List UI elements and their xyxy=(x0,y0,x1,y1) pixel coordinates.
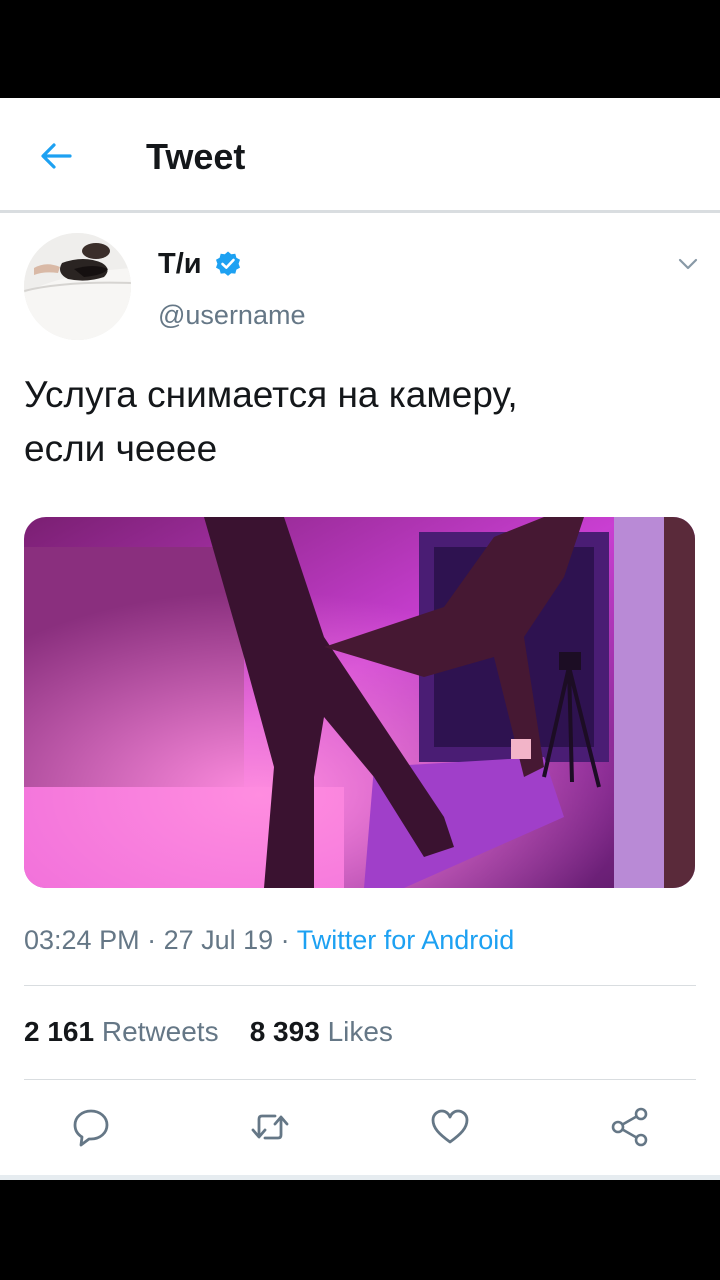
avatar[interactable] xyxy=(24,233,131,340)
reply-icon[interactable] xyxy=(70,1106,112,1148)
divider xyxy=(0,1175,720,1180)
tweet-text-line: если чееее xyxy=(24,428,218,469)
media-photo xyxy=(24,517,695,888)
tweet-time: 03:24 PM xyxy=(24,925,140,955)
share-icon[interactable] xyxy=(609,1106,651,1148)
tweet-date: 27 Jul 19 xyxy=(163,925,274,955)
tweet-screen: Tweet Т/и @username Услуга снимается на … xyxy=(0,98,720,1180)
divider xyxy=(24,985,696,986)
likes-stat[interactable]: 8 393 Likes xyxy=(250,1016,393,1047)
meta-separator: · xyxy=(273,925,297,955)
top-bar: Tweet xyxy=(0,98,720,213)
like-icon[interactable] xyxy=(429,1106,471,1148)
action-bar xyxy=(0,1106,720,1166)
meta-separator: · xyxy=(139,925,164,955)
tweet-meta: 03:24 PM · 27 Jul 19 · Twitter for Andro… xyxy=(24,925,514,956)
display-name[interactable]: Т/и xyxy=(158,248,202,281)
tweet-media-image[interactable] xyxy=(24,517,695,888)
tweet-source-link[interactable]: Twitter for Android xyxy=(297,925,515,955)
chevron-down-icon[interactable] xyxy=(674,250,702,278)
avatar-photo-icon xyxy=(24,233,131,340)
arrow-left-icon[interactable] xyxy=(36,136,76,176)
page-title: Tweet xyxy=(146,136,246,177)
user-handle[interactable]: @username xyxy=(158,300,305,331)
retweets-stat[interactable]: 2 161 Retweets xyxy=(24,1016,219,1047)
verified-badge-icon xyxy=(216,251,240,276)
tweet-stats: 2 161 Retweets 8 393 Likes xyxy=(24,1016,393,1048)
likes-count: 8 393 xyxy=(249,1016,320,1047)
tweet-text-line: Услуга снимается на камеру, xyxy=(24,374,518,415)
likes-label: Likes xyxy=(327,1016,393,1047)
divider xyxy=(24,1079,696,1080)
retweets-label: Retweets xyxy=(101,1016,219,1047)
retweet-icon[interactable] xyxy=(249,1106,291,1148)
tweet-text: Услуга снимается на камеру, если чееее xyxy=(24,368,694,476)
retweets-count: 2 161 xyxy=(24,1016,95,1047)
